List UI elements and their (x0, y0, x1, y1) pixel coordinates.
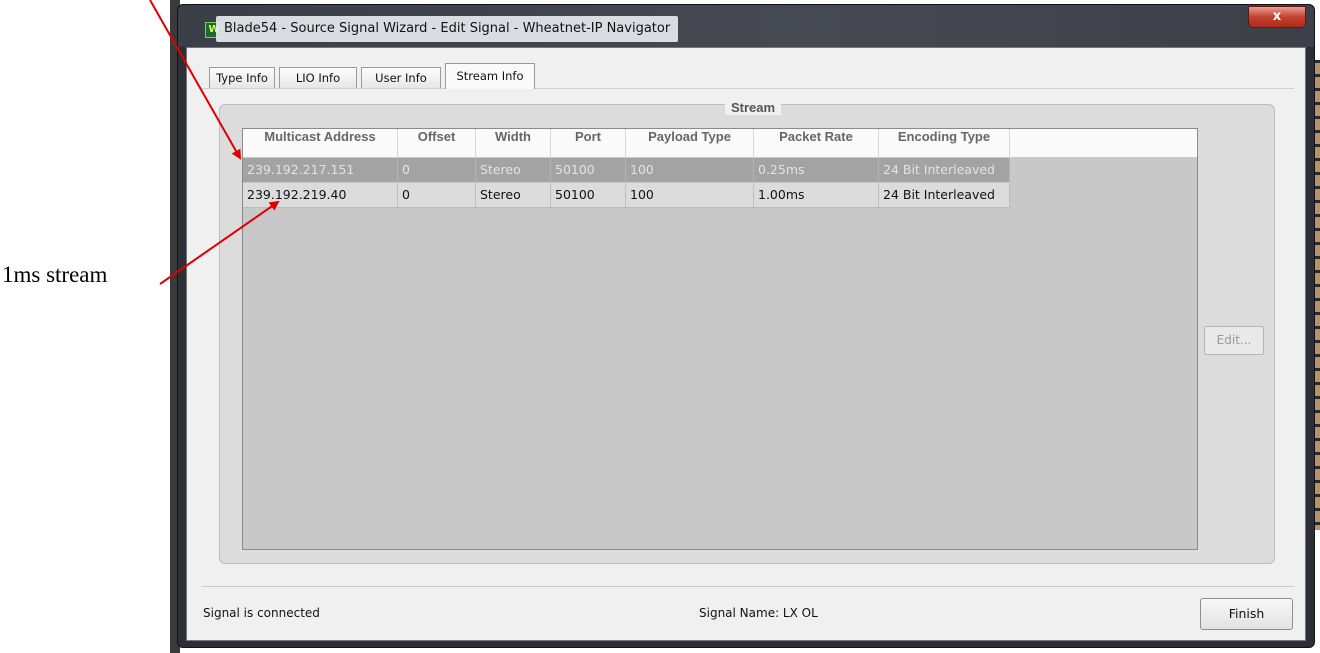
column-encoding-type[interactable]: Encoding Type (879, 129, 1010, 157)
finish-button[interactable]: Finish (1200, 598, 1293, 630)
cell-port: 50100 (551, 158, 626, 182)
cell-packet-rate: 0.25ms (754, 158, 879, 182)
footer-separator (202, 586, 1294, 587)
signal-name: Signal Name: LX OL (699, 606, 818, 620)
column-port[interactable]: Port (551, 129, 626, 157)
title-bar[interactable]: W Blade54 - Source Signal Wizard - Edit … (178, 5, 1314, 47)
table-row[interactable]: 239.192.217.151 0 Stereo 50100 100 0.25m… (243, 158, 1010, 182)
cell-packet-rate: 1.00ms (754, 183, 879, 207)
window-title: Blade54 - Source Signal Wizard - Edit Si… (216, 16, 679, 42)
wizard-window: W Blade54 - Source Signal Wizard - Edit … (177, 4, 1315, 648)
cell-offset: 0 (398, 183, 476, 207)
column-multicast-address[interactable]: Multicast Address (243, 129, 398, 157)
cell-encoding-type: 24 Bit Interleaved (879, 158, 1010, 182)
tab-panel-border (202, 88, 1294, 89)
table-row[interactable]: 239.192.219.40 0 Stereo 50100 100 1.00ms… (243, 183, 1010, 208)
cell-offset: 0 (398, 158, 476, 182)
tab-lio-info[interactable]: LIO Info (279, 67, 357, 88)
tab-user-info[interactable]: User Info (361, 67, 441, 88)
annotation-label: 1ms stream (2, 262, 108, 287)
cell-port: 50100 (551, 183, 626, 207)
stream-table[interactable]: Multicast Address Offset Width Port Payl… (242, 128, 1198, 550)
column-packet-rate[interactable]: Packet Rate (754, 129, 879, 157)
cell-width: Stereo (476, 158, 551, 182)
cell-multicast-address: 239.192.219.40 (243, 183, 398, 207)
column-offset[interactable]: Offset (398, 129, 476, 157)
cell-payload-type: 100 (626, 183, 754, 207)
cell-width: Stereo (476, 183, 551, 207)
tab-type-info[interactable]: Type Info (209, 67, 275, 88)
client-area: Type Info LIO Info User Info Stream Info… (186, 47, 1306, 641)
close-button[interactable]: x (1248, 6, 1306, 28)
cell-payload-type: 100 (626, 158, 754, 182)
connection-status: Signal is connected (203, 606, 320, 620)
column-payload-type[interactable]: Payload Type (626, 129, 754, 157)
cell-multicast-address: 239.192.217.151 (243, 158, 398, 182)
tab-stream-info[interactable]: Stream Info (445, 63, 535, 89)
cell-encoding-type: 24 Bit Interleaved (879, 183, 1010, 207)
stream-group-title: Stream (725, 100, 782, 115)
column-width[interactable]: Width (476, 129, 551, 157)
table-header: Multicast Address Offset Width Port Payl… (243, 129, 1197, 158)
edit-button[interactable]: Edit... (1204, 326, 1264, 355)
